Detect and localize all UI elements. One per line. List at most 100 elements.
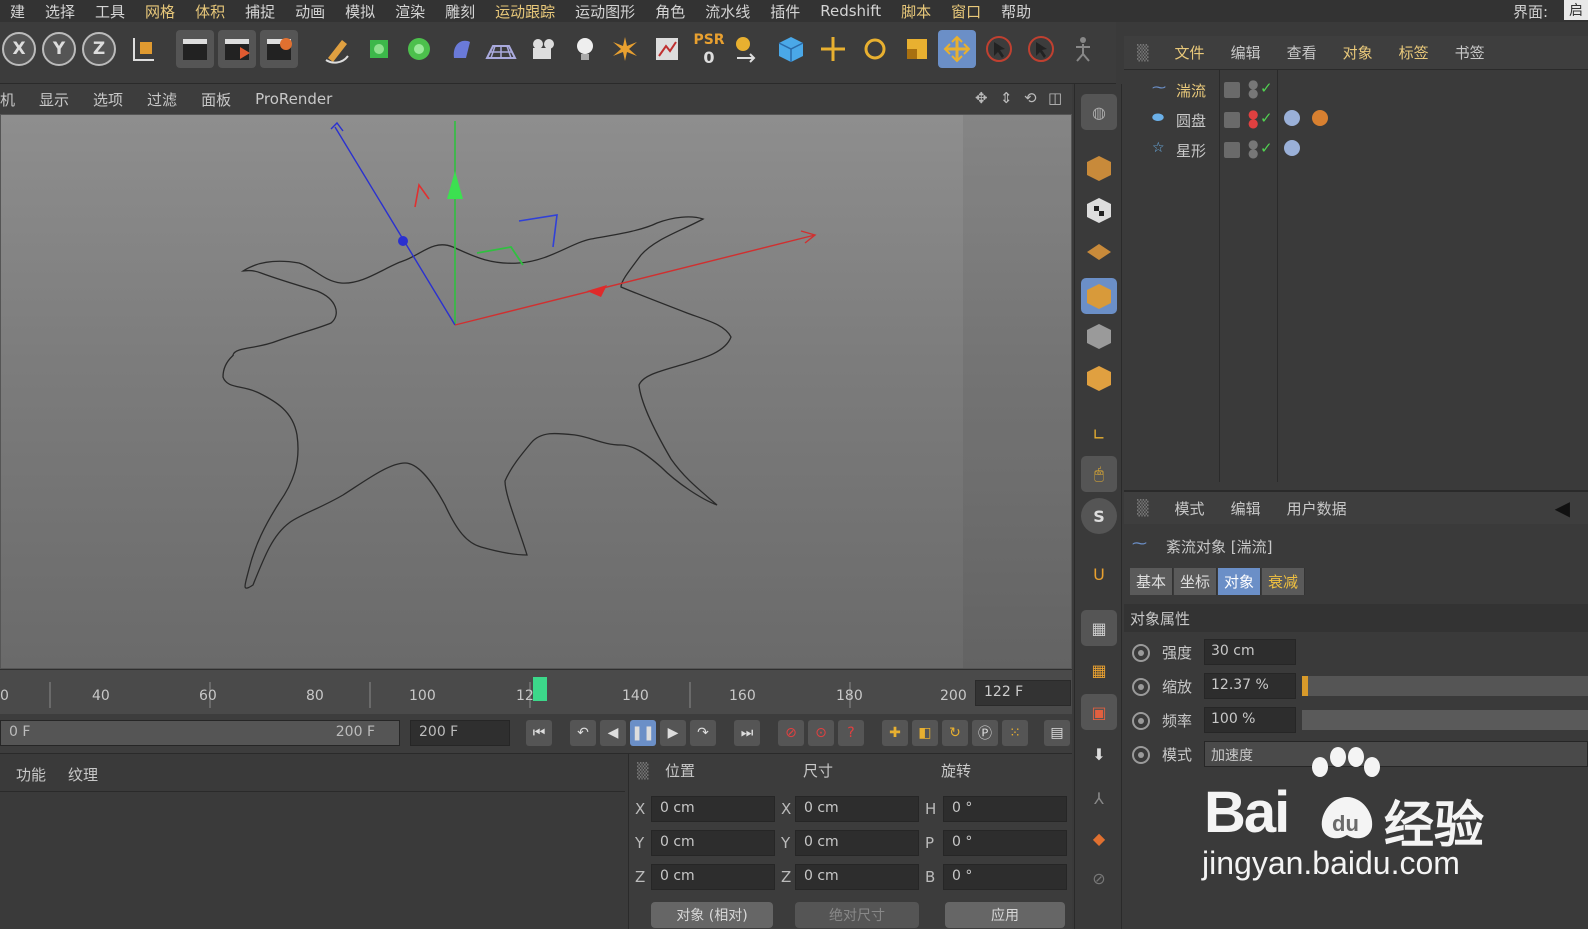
menu-snap[interactable]: 捕捉 (235, 1, 285, 22)
editor-render-dots[interactable]: ● ● (1248, 78, 1258, 99)
viewport-menu-display[interactable]: 显示 (27, 89, 81, 110)
material-tag-icon[interactable] (1284, 140, 1300, 156)
point-mode-button[interactable] (1081, 360, 1117, 396)
drop-button[interactable]: ⬇ (1081, 736, 1117, 772)
om-menu-edit[interactable]: 编辑 (1218, 42, 1274, 63)
editor-render-dots[interactable]: ● ● (1248, 108, 1258, 129)
enabled-check-icon[interactable]: ✓ (1260, 79, 1273, 97)
pause-button[interactable]: ❚❚ (630, 720, 656, 746)
end-frame-field[interactable]: 200 F (410, 720, 510, 746)
enable-axis-button[interactable] (730, 30, 768, 68)
move-tool-button[interactable] (814, 30, 852, 68)
visibility-toggle[interactable] (1224, 82, 1240, 98)
menu-sculpt[interactable]: 雕刻 (435, 1, 485, 22)
viewport-menu-panel[interactable]: 面板 (189, 89, 243, 110)
rectangle-select-button[interactable] (1022, 30, 1060, 68)
prev-frame-button[interactable]: ◀ (600, 720, 626, 746)
viewport-orbit-icon[interactable]: ⟲ (1024, 89, 1037, 107)
menu-create[interactable]: 建 (0, 1, 35, 22)
pos-x-field[interactable]: 0 cm (651, 796, 775, 822)
viewport-solo-button[interactable]: ▣ (1081, 694, 1117, 730)
render-view-button[interactable] (176, 30, 214, 68)
lock-z-axis-button[interactable]: Z (82, 32, 116, 66)
record-key-button[interactable]: ⊘ (778, 720, 804, 746)
animate-radio[interactable] (1132, 746, 1150, 764)
view-cube-button[interactable] (772, 30, 810, 68)
om-menu-objects[interactable]: 对象 (1330, 42, 1386, 63)
psr-button[interactable]: PSR 0 (690, 30, 728, 68)
om-menu-view[interactable]: 查看 (1274, 42, 1330, 63)
pos-y-field[interactable]: 0 cm (651, 830, 775, 856)
prev-key-button[interactable]: ↶ (570, 720, 596, 746)
size-y-field[interactable]: 0 cm (795, 830, 919, 856)
object-name[interactable]: 星形 (1176, 140, 1206, 161)
menu-pipeline[interactable]: 流水线 (695, 1, 760, 22)
menu-plugins[interactable]: 插件 (760, 1, 810, 22)
menu-simulate[interactable]: 模拟 (335, 1, 385, 22)
rot-p-field[interactable]: 0 ° (943, 830, 1067, 856)
autokey-button[interactable]: ⊙ (808, 720, 834, 746)
apply-button[interactable]: 应用 (945, 902, 1065, 928)
texture-mode-button[interactable] (1081, 192, 1117, 228)
edge-mode-button[interactable] (1081, 318, 1117, 354)
floor-button[interactable] (482, 30, 520, 68)
menu-render[interactable]: 渲染 (385, 1, 435, 22)
rot-b-field[interactable]: 0 ° (943, 864, 1067, 890)
attr-menu-mode[interactable]: 模式 (1162, 498, 1218, 519)
scale-field[interactable]: 12.37 % (1204, 673, 1296, 699)
light-button[interactable] (566, 30, 604, 68)
transform-tool-button[interactable] (938, 30, 976, 68)
menu-animate[interactable]: 动画 (285, 1, 335, 22)
goto-end-button[interactable]: ⏭ (734, 720, 760, 746)
material-tag-icon[interactable] (1312, 110, 1328, 126)
deformer-button[interactable] (442, 30, 480, 68)
key-pla-button[interactable]: ⁙ (1002, 720, 1028, 746)
snap-button[interactable]: S (1081, 498, 1117, 534)
next-frame-button[interactable]: ▶ (660, 720, 686, 746)
attr-menu-userdata[interactable]: 用户数据 (1274, 498, 1360, 519)
scale-tool-button[interactable] (898, 30, 936, 68)
rot-h-field[interactable]: 0 ° (943, 796, 1067, 822)
preview-range-slider[interactable]: 0 F 200 F (0, 720, 400, 746)
viewport-pan-icon[interactable]: ✥ (975, 89, 988, 107)
enabled-check-icon[interactable]: ✓ (1260, 109, 1273, 127)
attr-menu-edit[interactable]: 编辑 (1218, 498, 1274, 519)
pose-button[interactable]: ⅄ (1081, 780, 1117, 816)
viewport-zoom-icon[interactable]: ⇕ (1000, 89, 1013, 107)
magnet-button[interactable]: U (1081, 556, 1117, 592)
timeline-ruler[interactable]: 0 40 60 80 100 12 140 160 180 200 122 F (0, 669, 1072, 714)
scene-effector-button[interactable] (606, 30, 644, 68)
size-mode-dropdown[interactable]: 绝对尺寸 (795, 902, 919, 928)
menu-script[interactable]: 脚本 (891, 1, 941, 22)
menu-select[interactable]: 选择 (35, 1, 85, 22)
camera-button[interactable] (524, 30, 562, 68)
menu-mograph[interactable]: 运动图形 (565, 1, 645, 22)
menu-mesh[interactable]: 网格 (135, 1, 185, 22)
coordinate-system-button[interactable] (124, 30, 162, 68)
menu-volume[interactable]: 体积 (185, 1, 235, 22)
frequency-field[interactable]: 100 % (1204, 707, 1296, 733)
key-scale-button[interactable]: ◧ (912, 720, 938, 746)
viewport-menu-filter[interactable]: 过滤 (135, 89, 189, 110)
animate-radio[interactable] (1132, 678, 1150, 696)
material-menu-texture[interactable]: 纹理 (68, 764, 98, 785)
enabled-check-icon[interactable]: ✓ (1260, 139, 1273, 157)
pen-tool-button[interactable] (318, 30, 356, 68)
menu-character[interactable]: 角色 (645, 1, 695, 22)
material-menu-function[interactable]: 功能 (16, 764, 46, 785)
menu-window[interactable]: 窗口 (941, 1, 991, 22)
3d-viewport[interactable] (0, 114, 1072, 669)
lock-y-axis-button[interactable]: Y (42, 32, 76, 66)
tab-basic[interactable]: 基本 (1130, 568, 1174, 595)
om-menu-tags[interactable]: 标签 (1386, 42, 1442, 63)
next-key-button[interactable]: ↷ (690, 720, 716, 746)
viewport-menu-options[interactable]: 选项 (81, 89, 135, 110)
object-row-star[interactable]: ☆ 星形 ● ● ✓ (1124, 134, 1588, 164)
workplane-button[interactable]: ◍ (1081, 94, 1117, 130)
render-settings-button[interactable] (260, 30, 298, 68)
key-param-button[interactable]: Ⓟ (972, 720, 998, 746)
timeline-window-button[interactable]: ▤ (1044, 720, 1070, 746)
workplane-mode-button[interactable] (1081, 234, 1117, 270)
size-x-field[interactable]: 0 cm (795, 796, 919, 822)
axis-mode-button[interactable]: ∟ (1081, 416, 1117, 452)
